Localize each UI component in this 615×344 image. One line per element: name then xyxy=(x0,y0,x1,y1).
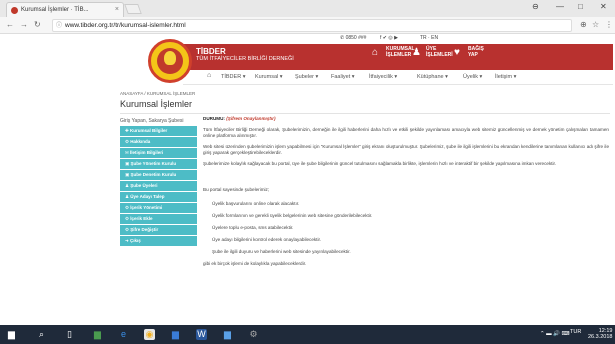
clock[interactable]: 12:19 26.3.2018 xyxy=(588,328,612,340)
sidebar-item-sube-uyeleri[interactable]: ♟ Şube Üyeleri xyxy=(120,181,197,191)
button-label: YAP xyxy=(468,52,478,58)
content-paragraph: Tüm İtfaiyeciler Birliği Derneği olarak,… xyxy=(203,127,609,138)
flame-icon xyxy=(164,51,176,65)
back-arrow-icon[interactable]: ← xyxy=(6,20,14,29)
building-icon: ⌂ xyxy=(372,47,379,58)
web-page: ✆ 0850 ### f ✔ ◎ ▶ TR · EN TİBDER TÜM İT… xyxy=(0,35,615,325)
status-label: DURUMU: xyxy=(203,116,225,121)
input-language[interactable]: TUR xyxy=(570,329,581,335)
language-switch[interactable]: TR · EN xyxy=(420,35,438,41)
sidebar-item-icerik-ekle[interactable]: ⚙ İçerik Ekle xyxy=(120,214,197,224)
title-divider xyxy=(120,113,610,114)
tibder-logo[interactable] xyxy=(148,39,192,83)
system-tray-icons[interactable]: ⌃ ▬ 🔊 ⌨ xyxy=(540,331,569,337)
menu-item-subeler[interactable]: Şubeler ▾ xyxy=(295,74,318,80)
profile-icon[interactable]: ⊖ xyxy=(532,2,539,11)
list-item: Üyelere toplu e-posta, sms atabilecektir… xyxy=(212,225,294,230)
sidebar-item-icerik-yonetimi[interactable]: ⚙ İçerik Yönetimi xyxy=(120,203,197,213)
sidebar-item-cikis[interactable]: ➜ Çıkış xyxy=(120,236,197,246)
maximize-button[interactable]: □ xyxy=(578,2,583,11)
menu-item-kutuphane[interactable]: Kütüphane ▾ xyxy=(417,74,448,80)
button-label: İŞLEMLERİ xyxy=(426,52,453,58)
address-row: ← → ↻ ⓘ www.tibder.org.tr/tr/kurumsal-is… xyxy=(0,17,615,34)
address-bar[interactable]: ⓘ www.tibder.org.tr/tr/kurumsal-islemler… xyxy=(52,19,572,32)
closing-text: gibi ek birçok işlemi de kolaylıkla yapa… xyxy=(203,261,307,266)
user-icon: ♟ xyxy=(412,47,421,58)
menu-item-kurumsal[interactable]: Kurumsal ▾ xyxy=(255,74,283,80)
list-intro: Bu portal sayesinde şubelerimiz; xyxy=(203,187,270,192)
sidebar: ✚ Kurumsal Bilgiler ⚙ Hakkında ✉ İletişi… xyxy=(120,126,197,247)
app-icon[interactable]: ▆ xyxy=(222,329,233,340)
forward-arrow-icon[interactable]: → xyxy=(20,20,28,29)
main-content: DURUMU: (Şifrem Onaylanmıştır) Tüm İtfai… xyxy=(203,116,609,272)
chrome-icon[interactable]: ◉ xyxy=(144,329,155,340)
clock-date: 26.3.2018 xyxy=(588,334,613,340)
list-item: Üye adayı bilgilerini kontrol ederek ona… xyxy=(212,237,322,242)
menu-item-itfaiyecilik[interactable]: İtfaiyecilik ▾ xyxy=(369,74,397,80)
sidebar-item-iletisim-bilgileri[interactable]: ✉ İletişim Bilgileri xyxy=(120,148,197,158)
brand-name[interactable]: TİBDER xyxy=(196,47,226,56)
windows-start-icon[interactable]: ▆ xyxy=(6,329,17,340)
info-icon[interactable]: ⓘ xyxy=(56,20,62,32)
minimize-button[interactable]: — xyxy=(556,2,564,11)
phone-number[interactable]: ✆ 0850 ### xyxy=(340,35,366,41)
sidebar-item-sifre-degistir[interactable]: ⚙ Şifre Değiştir xyxy=(120,225,197,235)
site-topbar: ✆ 0850 ### f ✔ ◎ ▶ TR · EN xyxy=(0,35,615,44)
edge-icon[interactable]: e xyxy=(118,329,129,340)
heart-icon: ♥ xyxy=(454,47,460,58)
word-icon[interactable]: W xyxy=(196,329,207,340)
tab-title: Kurumsal İşlemler · TİB... xyxy=(21,7,89,13)
sidebar-item-kurumsal-bilgiler[interactable]: ✚ Kurumsal Bilgiler xyxy=(120,126,197,136)
reload-icon[interactable]: ↻ xyxy=(34,20,41,29)
list-item: Üyelik başvurularını online olarak alaca… xyxy=(212,201,300,206)
page-title: Kurumsal İşlemler xyxy=(120,99,193,109)
store-icon[interactable]: ▆ xyxy=(92,329,103,340)
brand-subtitle: TÜM İTFAİYECİLER BİRLİĞİ DERNEĞİ xyxy=(196,56,294,62)
status-line: DURUMU: (Şifrem Onaylanmıştır) xyxy=(203,116,609,122)
home-icon[interactable]: ⌂ xyxy=(207,72,211,79)
browser-tab[interactable]: Kurumsal İşlemler · TİB... × xyxy=(6,2,124,17)
list-item: Üyelik formlarının ve gerekli üyelik bel… xyxy=(212,213,373,218)
menu-item-iletisim[interactable]: İletişim ▾ xyxy=(495,74,516,80)
feature-list: Üyelik başvurularını online olarak alaca… xyxy=(203,201,609,255)
favicon-icon xyxy=(11,7,18,14)
sidebar-item-sube-yonetim-kurulu[interactable]: ▣ Şube Yönetim Kurulu xyxy=(120,159,197,169)
bookmark-star-icon[interactable]: ☆ xyxy=(592,20,599,29)
menu-dots-icon[interactable]: ⋮ xyxy=(605,20,613,29)
menu-item-faaliyet[interactable]: Faaliyet ▾ xyxy=(331,74,355,80)
content-paragraph: Web sitesi üzerinden şubelerimizin işlem… xyxy=(203,144,609,155)
close-window-button[interactable]: ✕ xyxy=(600,2,607,11)
main-menu: ⌂ TİBDER ▾ Kurumsal ▾ Şubeler ▾ Faaliyet… xyxy=(183,70,613,85)
button-label: İŞLEMLER xyxy=(386,52,412,58)
settings-icon[interactable]: ⚙ xyxy=(248,329,259,340)
search-icon[interactable]: ⌕ xyxy=(36,329,47,340)
content-paragraph: Şubelerimize kolaylık sağlayacak bu port… xyxy=(203,161,557,166)
bagis-yap-button[interactable]: BAĞIŞ YAP xyxy=(468,46,484,58)
sidebar-heading: Giriş Yapan, Sakarya Şubesi xyxy=(120,118,184,124)
windows-taskbar: ▆ ⌕ ▯ ▆ e ◉ ▆ W ▆ ⚙ ⌃ ▬ 🔊 ⌨ TUR 12:19 26… xyxy=(0,325,615,344)
zoom-icon[interactable]: ⊕ xyxy=(580,20,587,29)
social-icons[interactable]: f ✔ ◎ ▶ xyxy=(380,35,398,41)
uye-islemleri-button[interactable]: ÜYE İŞLEMLERİ xyxy=(426,46,453,58)
tab-close-icon[interactable]: × xyxy=(115,3,119,17)
list-item: Şube ile ilgili duyuru ve haberlerini we… xyxy=(212,249,351,254)
app-icon[interactable]: ▆ xyxy=(170,329,181,340)
new-tab-button[interactable] xyxy=(124,4,142,14)
breadcrumb[interactable]: ANASAYFA / KURUMSAL İŞLEMLER xyxy=(120,91,195,96)
sidebar-item-sube-denetim-kurulu[interactable]: ▣ Şube Denetim Kurulu xyxy=(120,170,197,180)
kurumsal-islemler-button[interactable]: KURUMSAL İŞLEMLER xyxy=(386,46,415,58)
browser-tabstrip: Kurumsal İşlemler · TİB... × ⊖ — □ ✕ xyxy=(0,0,615,17)
menu-item-uyelik[interactable]: Üyelik ▾ xyxy=(463,74,482,80)
sidebar-item-uye-adayi-talep[interactable]: ♟ Üye Adayı Talep xyxy=(120,192,197,202)
menu-item-tibder[interactable]: TİBDER ▾ xyxy=(221,74,245,80)
status-value: (Şifrem Onaylanmıştır) xyxy=(226,116,276,121)
task-view-icon[interactable]: ▯ xyxy=(64,329,75,340)
sidebar-item-hakkinda[interactable]: ⚙ Hakkında xyxy=(120,137,197,147)
url-text: www.tibder.org.tr/tr/kurumsal-islemler.h… xyxy=(65,22,186,29)
